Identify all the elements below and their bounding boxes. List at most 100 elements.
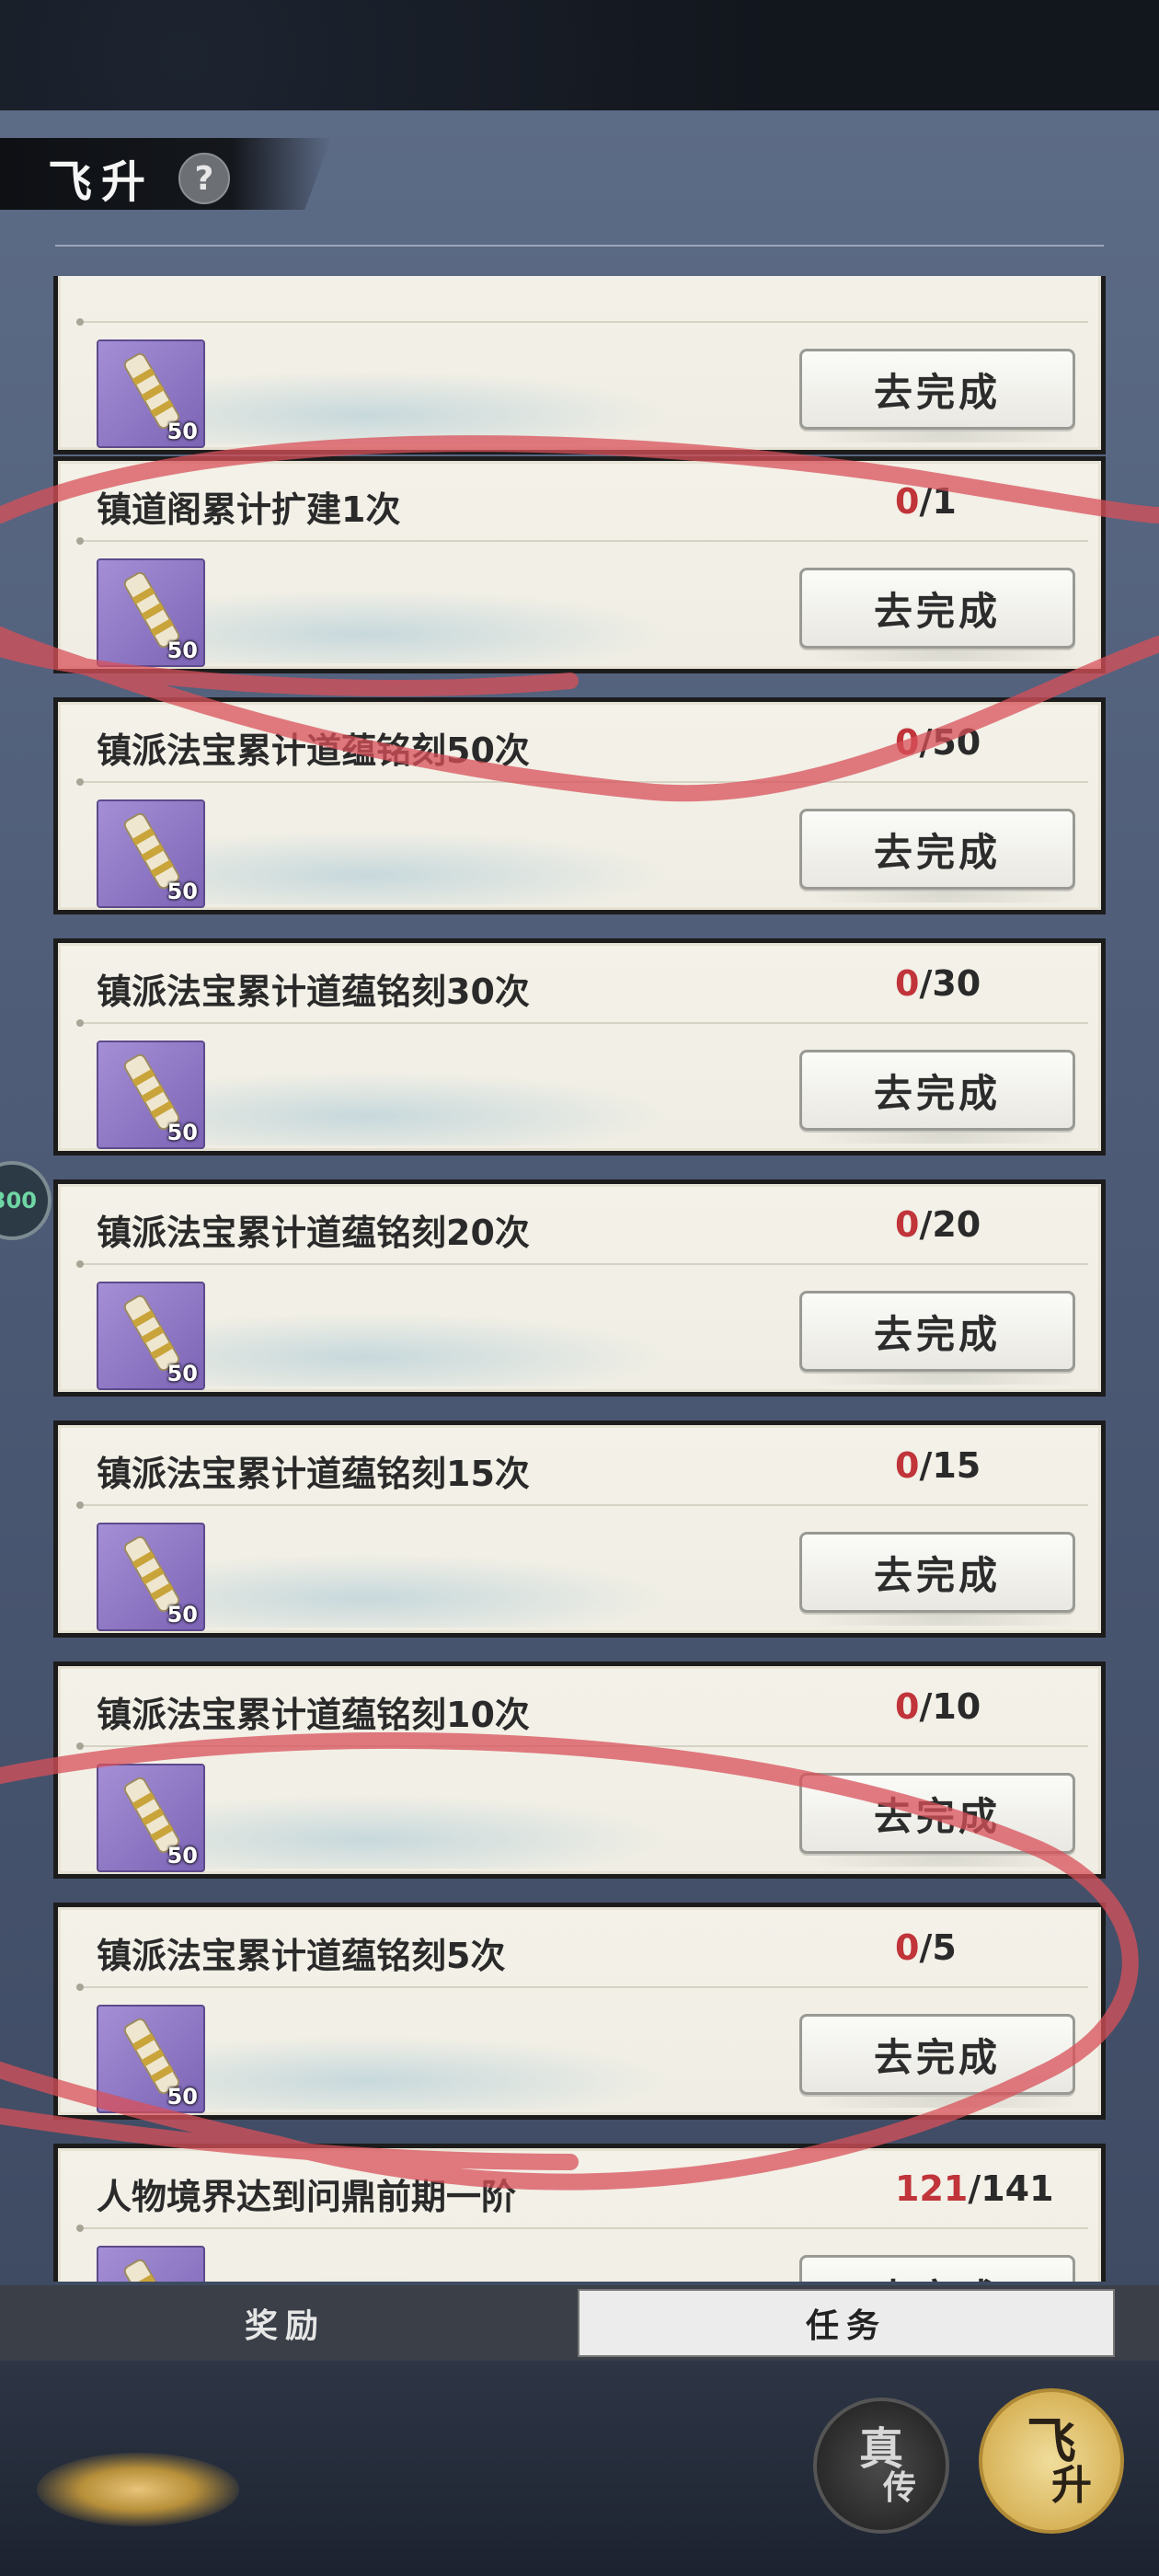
card-mist-decoration [159,590,674,663]
progress-total: /5 [919,1927,957,1968]
task-progress: 121/141 [895,2168,1054,2209]
task-progress: 0/50 [895,722,981,763]
tab-task[interactable]: 任务 [578,2289,1115,2357]
reward-count: 50 [166,879,198,904]
scroll-reward-item[interactable]: 50 [97,1764,205,1872]
task-description: 镇道阁累计扩建1次 [97,489,401,530]
progress-current: 0 [895,1927,920,1968]
feisheng-label-top: 飞 [1027,2411,1076,2470]
task-description: 镇派法宝累计道蕴铭刻5次 [97,1936,506,1976]
task-progress: 0/5 [895,1927,957,1968]
help-icon[interactable]: ? [178,153,230,204]
card-divider [76,1742,1088,1750]
card-divider [76,2225,1088,2232]
zhenchuan-label-top: 真 [858,2423,903,2475]
tab-bar: 奖励 任务 [0,2285,1159,2361]
progress-total: /30 [919,963,981,1004]
progress-total: /1 [919,481,957,522]
task-description: 镇派法宝累计道蕴铭刻50次 [97,730,530,771]
go-complete-button[interactable]: 去完成 [799,1532,1075,1613]
card-divider [76,778,1088,786]
card-mist-decoration [159,2277,674,2282]
card-mist-decoration [159,1313,674,1386]
card-mist-decoration [159,1554,674,1627]
progress-current: 0 [895,1204,920,1245]
reward-count: 50 [166,1120,198,1145]
zhenchuan-label-bottom: 传 [882,2468,916,2507]
task-card: 镇道阁累计扩建1次 0/1 50 去完成 [53,456,1106,673]
scroll-reward-item[interactable]: 50 [97,558,205,667]
go-complete-button[interactable]: 去完成 [799,809,1075,890]
progress-total: /50 [919,722,981,763]
task-card: 镇派法宝累计道蕴铭刻10次 0/10 50 去完成 [53,1662,1106,1879]
task-progress: 0/20 [895,1204,981,1245]
scroll-reward-item[interactable]: 50 [97,799,205,908]
task-description: 镇派法宝累计道蕴铭刻20次 [97,1213,530,1253]
task-card: 镇派法宝累计道蕴铭刻5次 0/5 50 去完成 [53,1903,1106,2120]
top-status-area [0,0,1159,110]
task-card: 镇派法宝累计道蕴铭刻20次 0/20 50 去完成 [53,1179,1106,1397]
progress-current: 121 [895,2168,969,2209]
go-complete-button[interactable]: 去完成 [799,1773,1075,1854]
scroll-reward-item[interactable]: 50 [97,2246,205,2282]
reward-count: 50 [166,2084,198,2110]
progress-total: /15 [919,1445,981,1486]
page-title: 飞升 [48,156,155,208]
auspicious-cloud-icon [37,2453,239,2526]
card-mist-decoration [159,831,674,904]
scroll-reward-item[interactable]: 50 [97,1041,205,1149]
task-card: 镇派法宝累计道蕴铭刻15次 0/15 50 去完成 [53,1420,1106,1638]
go-complete-button[interactable]: 去完成 [799,2014,1075,2095]
scroll-reward-item[interactable]: 50 [97,1282,205,1390]
header-divider [55,245,1104,247]
scroll-icon [123,2259,180,2282]
card-mist-decoration [159,1795,674,1869]
tab-reward[interactable]: 奖励 [0,2289,570,2357]
task-card: 50 去完成 [53,276,1106,454]
reward-count: 50 [166,638,198,663]
card-divider [76,1019,1088,1027]
reward-count: 50 [166,1361,198,1386]
go-complete-button[interactable]: 去完成 [799,1291,1075,1372]
progress-total: /141 [968,2168,1054,2209]
task-progress: 0/10 [895,1686,981,1727]
go-complete-button[interactable]: 去完成 [799,2255,1075,2282]
feisheng-button[interactable]: 飞 升 [979,2388,1124,2534]
go-complete-button[interactable]: 去完成 [799,1050,1075,1131]
task-list[interactable]: 50 去完成 镇道阁累计扩建1次 0/1 50 去完成 镇派法宝累计道蕴铭刻50… [53,276,1106,2282]
card-divider [76,537,1088,545]
card-mist-decoration [159,1072,674,1145]
progress-current: 0 [895,1686,920,1727]
go-complete-button[interactable]: 去完成 [799,568,1075,649]
task-description: 镇派法宝累计道蕴铭刻10次 [97,1695,530,1735]
card-divider [76,1260,1088,1268]
zhenchuan-button[interactable]: 真 传 [813,2398,949,2534]
progress-current: 0 [895,722,920,763]
go-complete-button[interactable]: 去完成 [799,349,1075,430]
reward-count: 50 [166,1602,198,1627]
reward-count: 50 [166,1843,198,1869]
scroll-reward-item[interactable]: 50 [97,339,205,448]
progress-total: /20 [919,1204,981,1245]
task-description: 镇派法宝累计道蕴铭刻15次 [97,1454,530,1494]
card-divider [76,318,1088,326]
card-divider [76,1984,1088,1991]
card-divider [76,1501,1088,1509]
task-card: 人物境界达到问鼎前期一阶 121/141 50 去完成 [53,2144,1106,2282]
task-progress: 0/30 [895,963,981,1004]
scroll-reward-item[interactable]: 50 [97,1523,205,1631]
task-progress: 0/1 [895,481,957,522]
feisheng-label-bottom: 升 [1051,2462,1092,2509]
task-description: 人物境界达到问鼎前期一阶 [97,2177,517,2217]
task-card: 镇派法宝累计道蕴铭刻50次 0/50 50 去完成 [53,697,1106,914]
progress-current: 0 [895,963,920,1004]
task-description: 镇派法宝累计道蕴铭刻30次 [97,972,530,1012]
progress-current: 0 [895,1445,920,1486]
card-mist-decoration [159,2036,674,2110]
progress-current: 0 [895,481,920,522]
task-progress: 0/15 [895,1445,981,1486]
scroll-reward-item[interactable]: 50 [97,2005,205,2113]
task-card: 镇派法宝累计道蕴铭刻30次 0/30 50 去完成 [53,938,1106,1156]
card-mist-decoration [159,371,674,444]
progress-total: /10 [919,1686,981,1727]
